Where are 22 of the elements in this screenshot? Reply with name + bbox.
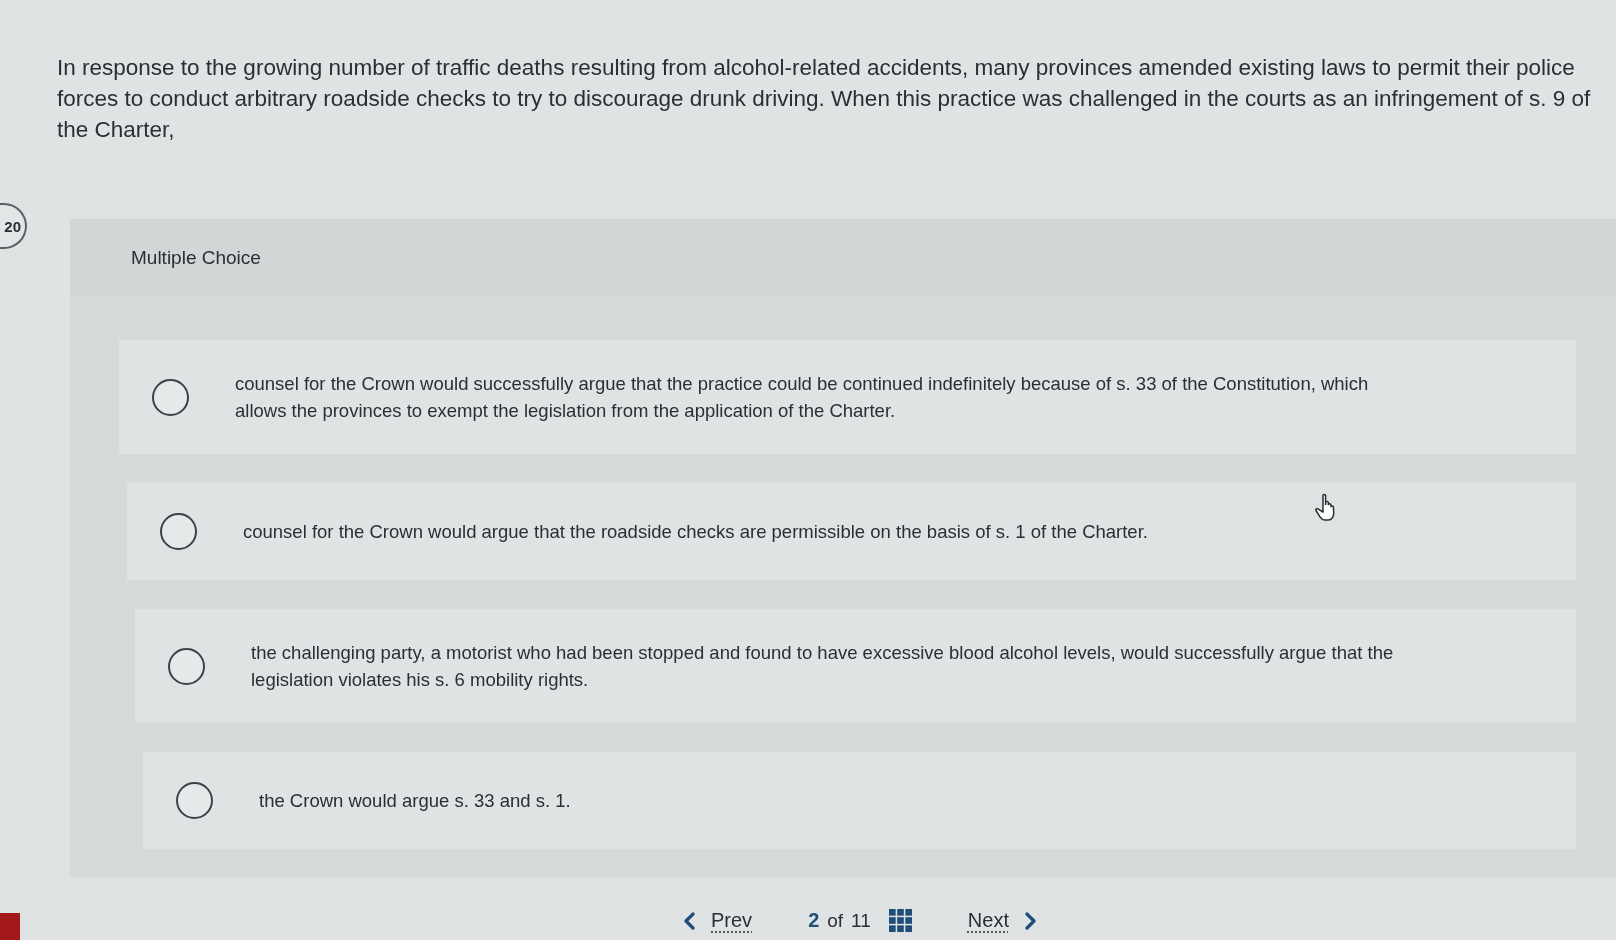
radio-button[interactable]	[168, 647, 205, 685]
radio-button[interactable]	[176, 782, 213, 819]
option-text: the challenging party, a motorist who had been stopped and found to have excessive blood alcohol levels, would successfully argue that the legislation violates his s. 6 mobility rights.	[251, 641, 1395, 692]
question-text: In response to the growing number of traffic deaths resulting from alcohol-related accidents, many provinces amended existing laws to permit their police forces to conduct arbitrary roadside checks to try to discourage drunk driving. When this practice was challenged in the courts as an infringement of s. 9 of the Charter,	[56, 54, 1592, 144]
chevron-right-icon	[1024, 911, 1037, 930]
radio-button[interactable]	[160, 513, 197, 550]
answer-option[interactable]: counsel for the Crown would argue that the roadside checks are permissible on the basis of s. 1 of the Charter.	[127, 483, 1576, 580]
grid-icon	[888, 909, 912, 932]
answer-option[interactable]: the Crown would argue s. 33 and s. 1.	[143, 752, 1576, 849]
question-map-button[interactable]: 2 of 11	[808, 905, 912, 936]
next-button[interactable]: Next	[967, 905, 1037, 936]
option-text: the Crown would argue s. 33 and s. 1.	[259, 789, 571, 813]
chevron-left-icon	[683, 911, 695, 930]
question-type-label: Multiple Choice	[131, 246, 261, 269]
answer-option[interactable]	[119, 340, 1576, 454]
option-text: counsel for the Crown would argue that the roadside checks are permissible on the basis of s. 1 of the Charter.	[243, 520, 1148, 544]
option-text: counsel for the Crown would successfully argue that the practice could be continued indefinitely because of s. 33 of the Constitution, which allows the provinces to exempt the legislation from the application of the Charter.	[235, 372, 1370, 423]
corner-block	[0, 913, 20, 940]
prev-button[interactable]: Prev	[683, 905, 753, 936]
radio-button[interactable]	[152, 378, 189, 416]
answer-option[interactable]: the challenging party, a motorist who had been stopped and found to have excessive blood alcohol levels, would successfully argue that the legislation violates his s. 6 mobility rights.	[135, 609, 1576, 723]
question-number: 20	[0, 203, 27, 249]
